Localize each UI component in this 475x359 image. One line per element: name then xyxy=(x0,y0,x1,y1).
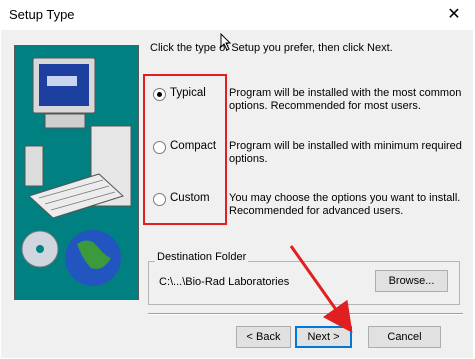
next-button[interactable]: Next > xyxy=(295,326,352,348)
typical-description: Program will be installed with the most … xyxy=(229,87,462,112)
window-title: Setup Type xyxy=(9,7,75,22)
computer-illustration-icon xyxy=(21,57,132,286)
setup-illustration xyxy=(14,45,139,300)
annotation-highlight-box xyxy=(143,74,227,225)
compact-description: Program will be installed with minimum r… xyxy=(229,140,462,165)
close-icon[interactable]: ✕ xyxy=(445,6,463,24)
button-separator xyxy=(148,313,463,315)
browse-button[interactable]: Browse... xyxy=(375,270,448,292)
instruction-text: Click the type of Setup you prefer, then… xyxy=(150,42,393,54)
cancel-button[interactable]: Cancel xyxy=(368,326,441,348)
destination-path: C:\...\Bio-Rad Laboratories xyxy=(159,276,290,288)
title-bar: Setup Type ✕ xyxy=(0,0,475,30)
destination-legend: Destination Folder xyxy=(155,251,249,263)
custom-description: You may choose the options you want to i… xyxy=(229,192,461,217)
mouse-cursor-icon xyxy=(220,33,232,51)
back-button[interactable]: < Back xyxy=(236,326,291,348)
